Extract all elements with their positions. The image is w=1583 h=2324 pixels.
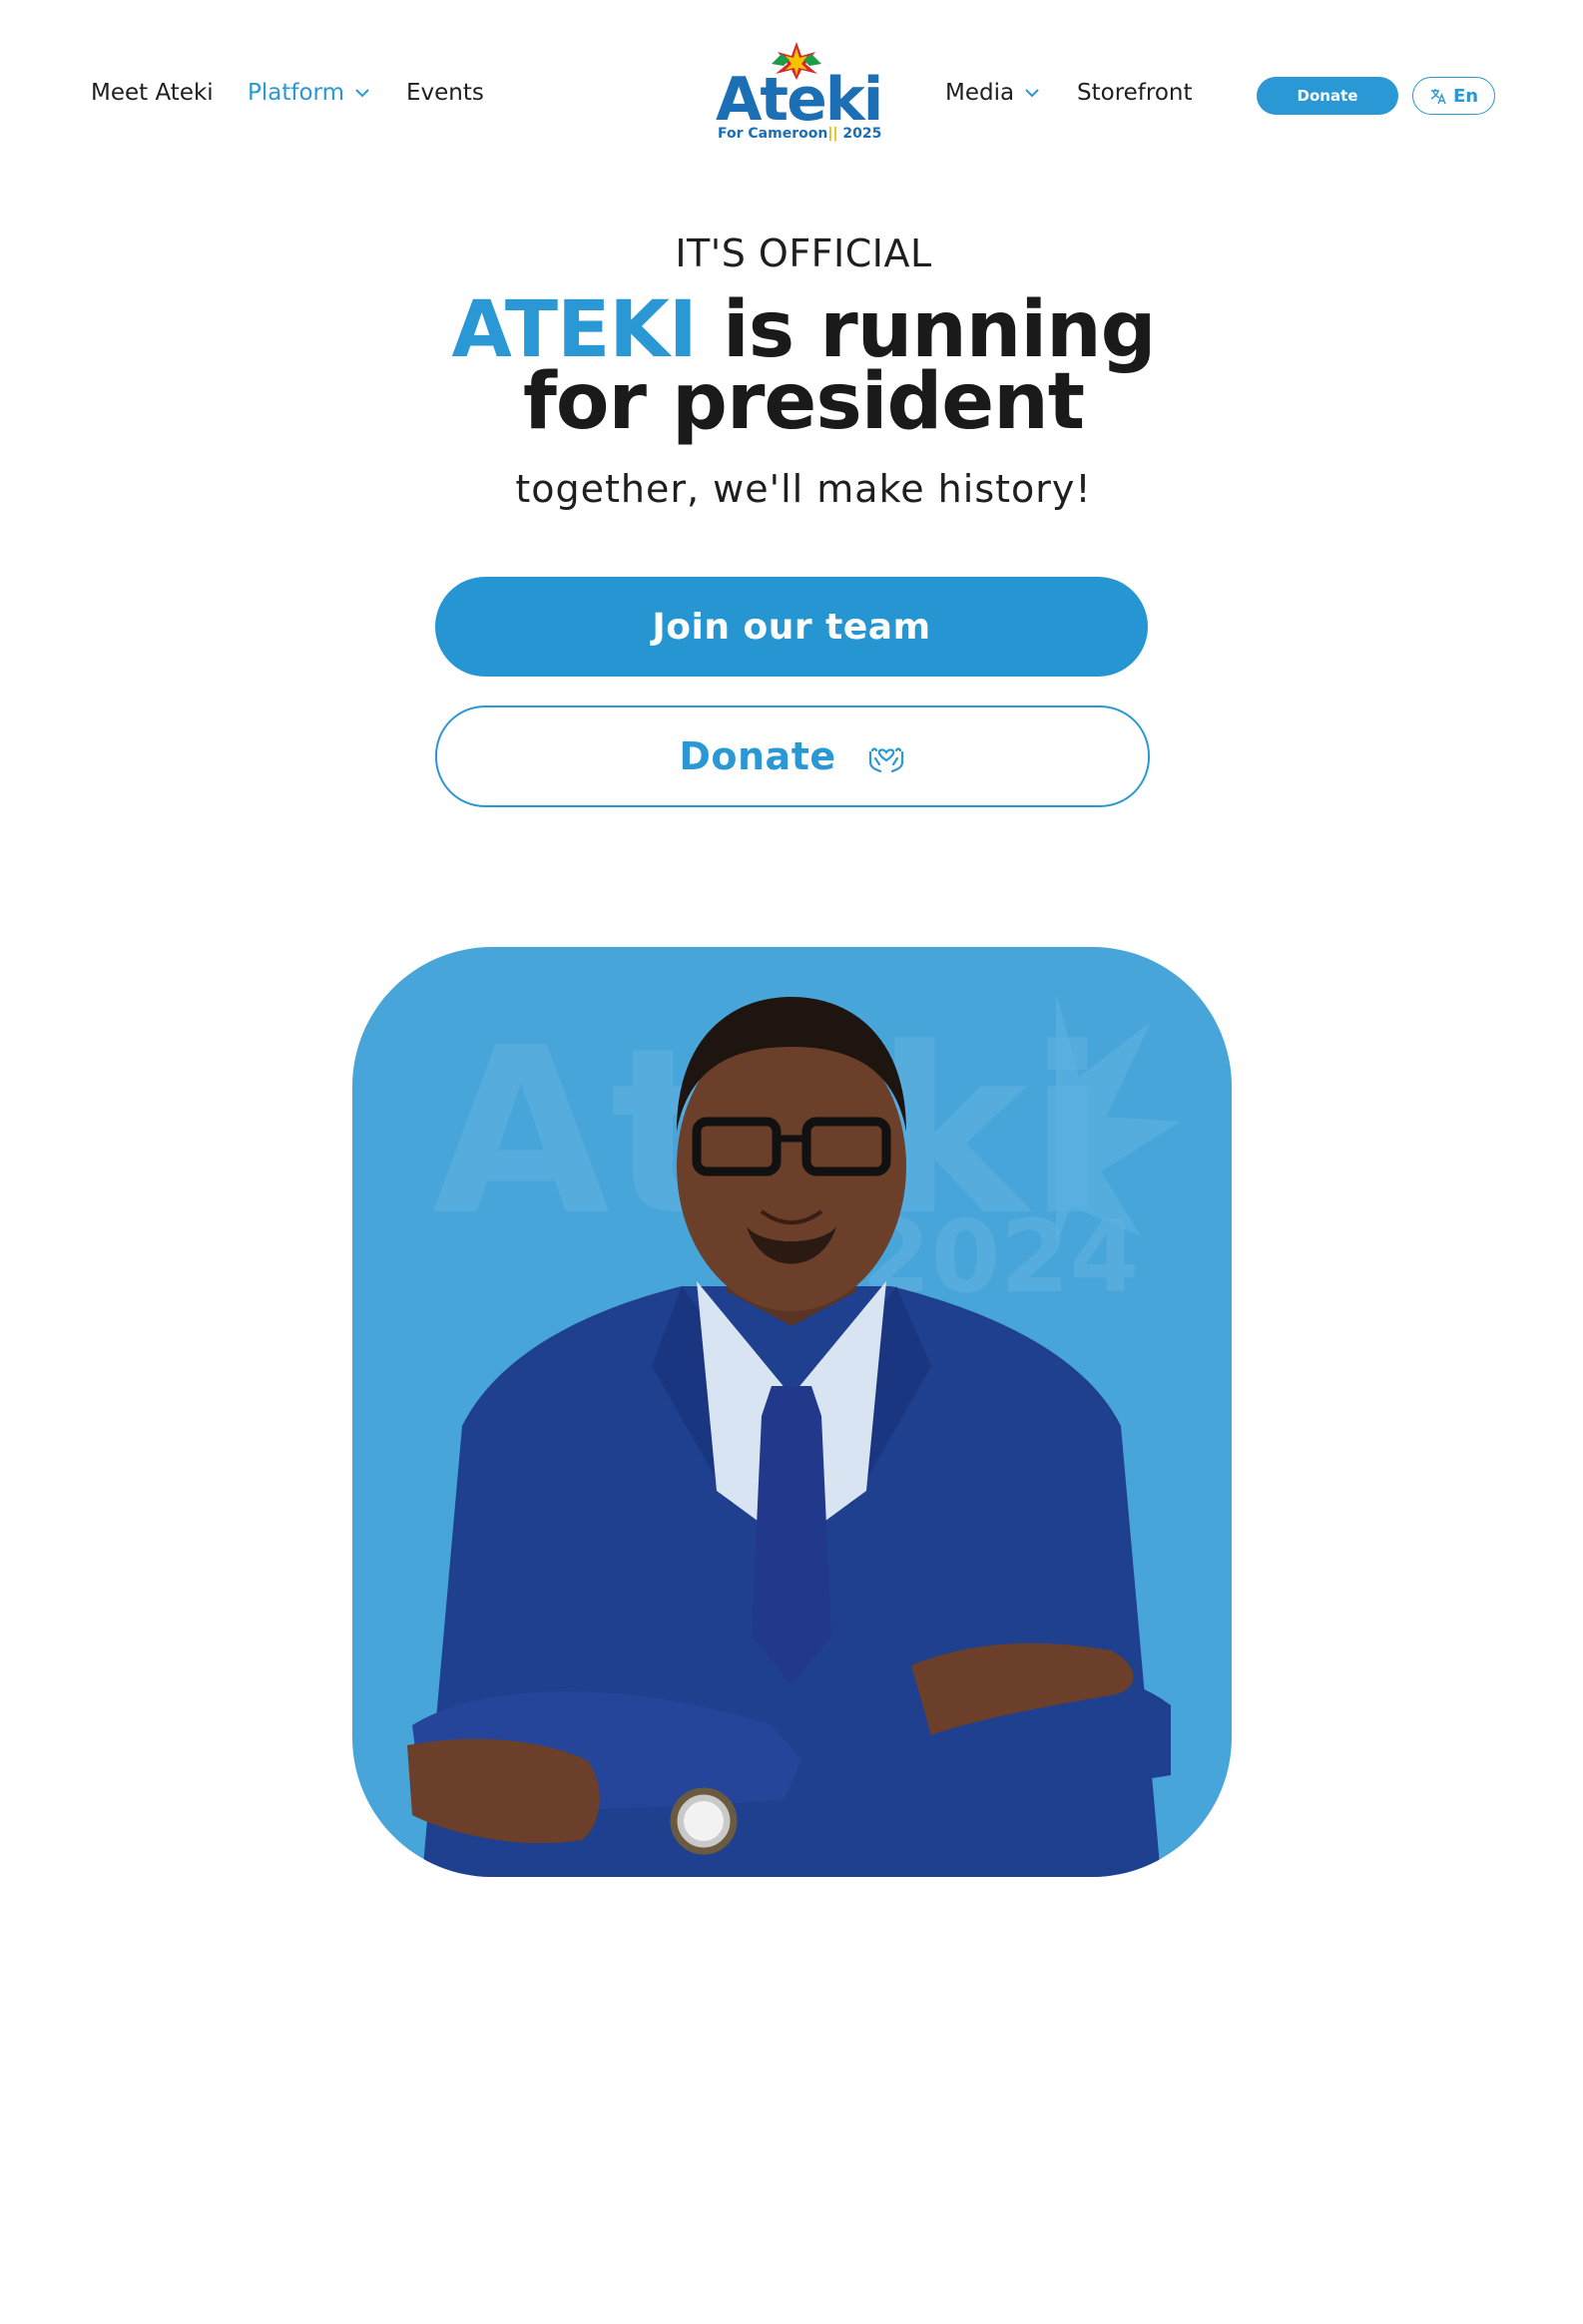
- nav-media-label: Media: [945, 80, 1015, 106]
- nav-events[interactable]: Events: [406, 80, 484, 106]
- logo-tagline-text: For Cameroon: [718, 126, 828, 142]
- ateki-logo[interactable]: Ateki For Cameroon|| 2025: [714, 40, 883, 146]
- logo-divider: ||: [827, 126, 838, 142]
- header-donate-label: Donate: [1297, 87, 1358, 105]
- portrait-illustration: Ateki 2024: [407, 992, 1181, 1877]
- candidate-portrait: Ateki 2024: [352, 947, 1232, 1877]
- nav-platform[interactable]: Platform: [248, 80, 370, 106]
- logo-tagline: For Cameroon|| 2025: [718, 126, 881, 142]
- nav-media[interactable]: Media: [945, 80, 1040, 106]
- language-label: En: [1452, 85, 1479, 107]
- header-donate-button[interactable]: Donate: [1257, 77, 1398, 115]
- nav-meet-ateki[interactable]: Meet Ateki: [91, 80, 214, 106]
- logo-year: 2025: [842, 126, 882, 142]
- nav-meet-ateki-label: Meet Ateki: [91, 80, 214, 106]
- logo-wordmark: Ateki: [716, 65, 883, 135]
- join-team-label: Join our team: [652, 606, 931, 648]
- hero-title: ATEKI is running for president: [0, 291, 1583, 441]
- hero-donate-label: Donate: [679, 734, 836, 778]
- nav-storefront-label: Storefront: [1077, 80, 1193, 106]
- top-navigation: Meet Ateki Platform Events Ateki For Cam…: [0, 0, 1583, 190]
- language-switcher[interactable]: En: [1412, 77, 1495, 115]
- hero-subtitle: together, we'll make history!: [515, 467, 1092, 511]
- hero-eyebrow: IT'S OFFICIAL: [675, 232, 932, 275]
- tie: [752, 1386, 831, 1685]
- watch-face: [684, 1801, 724, 1841]
- hero-title-line2: for president: [522, 357, 1085, 447]
- chevron-down-icon: [1025, 89, 1039, 98]
- hands-heart-icon: [868, 747, 903, 773]
- nav-events-label: Events: [406, 80, 484, 106]
- chevron-down-icon: [355, 89, 369, 98]
- nav-storefront[interactable]: Storefront: [1077, 80, 1193, 106]
- translate-icon: [1430, 89, 1446, 105]
- hero-donate-button[interactable]: Donate: [435, 705, 1150, 807]
- join-team-button[interactable]: Join our team: [435, 577, 1148, 677]
- nav-platform-label: Platform: [248, 80, 344, 106]
